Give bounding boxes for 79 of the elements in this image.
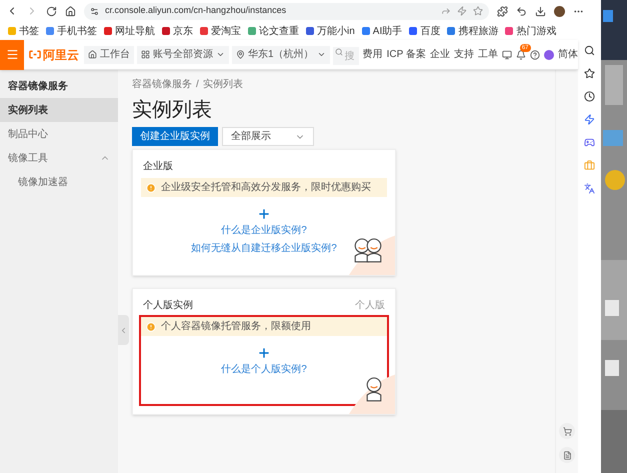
warning-icon — [146, 182, 156, 192]
bookmark[interactable]: 爱淘宝 — [200, 24, 241, 38]
grid-icon — [141, 50, 150, 59]
sidebar-item[interactable]: 制品中心 — [0, 122, 118, 146]
collapse-handle[interactable] — [118, 315, 129, 345]
logo-icon — [29, 50, 41, 59]
sidebar-title: 容器镜像服务 — [7, 79, 69, 94]
nav-link[interactable]: 工单 — [478, 47, 498, 62]
url-text: cr.console.aliyun.com/cn-hangzhou/instances — [105, 4, 288, 18]
help-icon[interactable] — [530, 50, 540, 60]
document-glyph-icon — [562, 450, 572, 460]
bookmark[interactable]: 热门游戏 — [505, 24, 556, 38]
nav-link[interactable]: 费用 — [362, 47, 383, 62]
extensions-icon[interactable] — [497, 6, 508, 16]
chevron-left-icon — [119, 326, 128, 334]
breadcrumb-item: 实例列表 — [202, 78, 243, 92]
notice-text: 企业级安全托管和高效分发服务，限时优惠购买 — [161, 180, 371, 195]
bookmark[interactable]: AI助手 — [362, 24, 402, 38]
chevron-down-icon — [316, 50, 326, 59]
add-icon[interactable] — [257, 346, 271, 360]
menu-icon — [6, 48, 18, 61]
nav-link[interactable]: ICP 备案 — [386, 47, 426, 62]
search-icon — [334, 48, 343, 56]
avatar[interactable] — [554, 6, 565, 16]
bell-icon[interactable] — [516, 50, 526, 60]
breadcrumb-item: / — [196, 78, 199, 92]
bookmark[interactable]: 万能小in — [306, 24, 355, 38]
sidebar-item[interactable]: 实例列表 — [0, 98, 118, 122]
bookmark[interactable]: 网址导航 — [104, 24, 155, 38]
translate-icon[interactable] — [584, 183, 595, 194]
star-icon[interactable] — [584, 68, 595, 79]
resources-dropdown[interactable]: 账号全部资源 — [137, 46, 229, 64]
bookmark[interactable]: 手机书签 — [46, 24, 97, 38]
help-link[interactable]: 什么是企业版实例? — [221, 223, 307, 239]
sidebar-subitem[interactable]: 镜像加速器 — [0, 170, 118, 194]
gamepad-icon[interactable] — [584, 137, 595, 148]
search-field[interactable]: 搜 — [332, 47, 359, 65]
nav-link[interactable]: 支持 — [454, 47, 474, 62]
location-pin-icon — [236, 50, 245, 59]
cart-icon[interactable] — [559, 423, 575, 439]
home-icon[interactable] — [65, 6, 76, 16]
breadcrumb-item[interactable]: 容器镜像服务 — [132, 76, 192, 92]
help-link[interactable]: 如何无缝从自建迁移企业版实例? — [191, 241, 337, 257]
filter-dropdown[interactable]: 全部展示 — [222, 127, 314, 146]
page-title: 实例列表 — [132, 98, 213, 123]
bookmark[interactable]: 书签 — [8, 24, 39, 38]
bookmark[interactable]: 携程旅游 — [447, 24, 498, 38]
language-link[interactable]: 简体 — [558, 47, 578, 62]
nav-link[interactable]: 企业 — [430, 47, 450, 62]
warning-icon — [146, 322, 156, 332]
card-title: 企业版 — [143, 160, 173, 174]
sidebar-item[interactable]: 镜像工具 — [0, 146, 118, 170]
address-bar[interactable]: cr.console.aliyun.com/cn-hangzhou/instances — [84, 2, 489, 20]
terminal-icon[interactable] — [502, 50, 512, 60]
bookmark[interactable]: 京东 — [162, 24, 193, 38]
star-icon[interactable] — [473, 6, 483, 16]
home-icon — [88, 50, 97, 59]
history-icon[interactable] — [584, 91, 595, 102]
lightning-icon[interactable] — [457, 6, 467, 16]
bookmark[interactable]: 百度 — [409, 24, 440, 38]
card-tag: 个人版 — [355, 298, 385, 312]
undo-icon[interactable] — [516, 6, 527, 16]
search-icon[interactable] — [584, 45, 595, 56]
document-icon[interactable] — [559, 447, 575, 463]
add-icon[interactable] — [257, 207, 271, 221]
help-link[interactable]: 什么是个人版实例? — [221, 362, 307, 378]
bookmark[interactable]: 论文查重 — [248, 24, 299, 38]
user-avatar[interactable] — [544, 50, 554, 60]
cart-glyph-icon — [562, 426, 572, 436]
create-instance-button[interactable]: 创建企业版实例 — [132, 127, 218, 146]
workbench-button[interactable]: 工作台 — [84, 46, 134, 64]
site-info-icon[interactable] — [90, 6, 99, 16]
menu-button[interactable] — [0, 40, 24, 70]
card-title: 个人版实例 — [143, 298, 193, 312]
chevron-down-icon — [216, 50, 225, 59]
reload-icon[interactable] — [46, 6, 57, 16]
notice-text: 个人容器镜像托管服务，限额使用 — [161, 320, 311, 334]
region-dropdown[interactable]: 华东1（杭州） — [232, 46, 330, 64]
download-icon[interactable] — [535, 6, 546, 16]
